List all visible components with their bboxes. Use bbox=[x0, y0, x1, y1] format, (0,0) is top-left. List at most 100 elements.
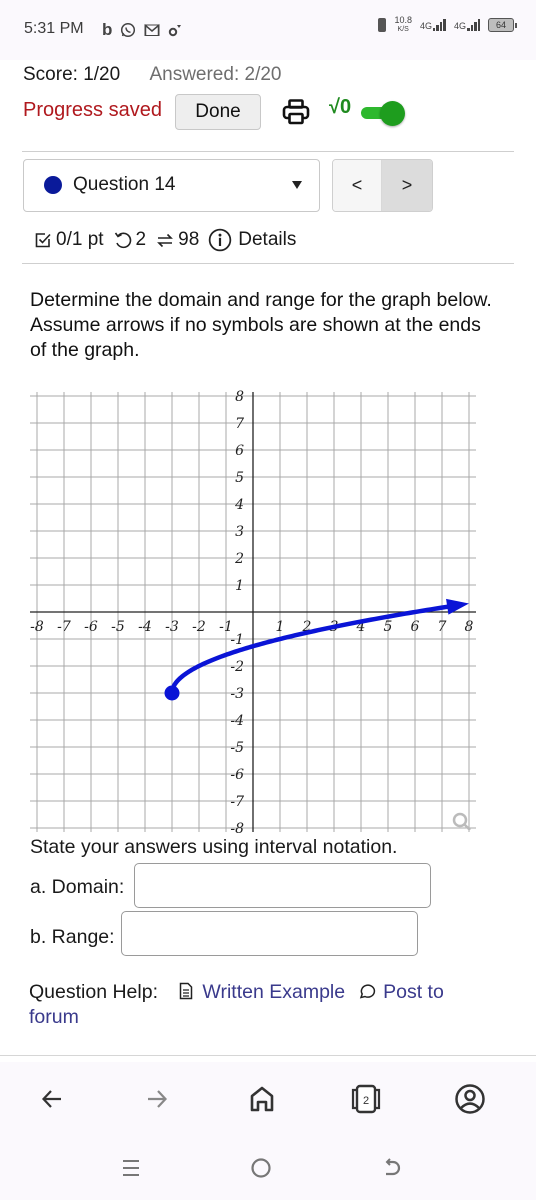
x-tick-label: -2 bbox=[192, 619, 206, 635]
y-tick-label: 3 bbox=[235, 524, 244, 540]
question-select-label: Question 14 bbox=[73, 174, 176, 195]
y-tick-label: 4 bbox=[234, 497, 244, 513]
x-tick-label: 7 bbox=[438, 619, 447, 635]
range-input[interactable] bbox=[121, 911, 418, 956]
system-back-button[interactable] bbox=[376, 1152, 408, 1184]
browser-forward-button[interactable] bbox=[140, 1082, 174, 1116]
domain-label: a. Domain: bbox=[30, 876, 125, 898]
net-speed-unit: K/S bbox=[397, 26, 409, 33]
browser-back-button[interactable] bbox=[35, 1082, 69, 1116]
x-tick-label: 1 bbox=[276, 619, 285, 635]
system-home-button[interactable] bbox=[245, 1152, 277, 1184]
browser-profile-button[interactable] bbox=[453, 1082, 487, 1116]
arrow-left-icon bbox=[41, 1090, 61, 1108]
y-tick-label: -1 bbox=[230, 632, 244, 648]
y-tick-label: -6 bbox=[230, 767, 244, 783]
graph: -8 -7 -6 -5 -4 -3 -2 -1 1 2 3 4 5 6 7 8 8 7 6 5 4 3 2 1 -1 -2 -3 -4… bbox=[0, 380, 536, 840]
x-tick-label: -6 bbox=[84, 619, 98, 635]
sim2-signal-icon: 4G bbox=[454, 19, 480, 31]
status-bar: 5:31 PM b 10.8 K/S 4G 4G 64 bbox=[0, 0, 536, 60]
menu-lines-icon bbox=[123, 1160, 139, 1176]
attempts-icon bbox=[157, 233, 174, 248]
x-tick-label: -4 bbox=[138, 619, 152, 635]
browser-home-button[interactable] bbox=[245, 1082, 279, 1116]
x-tick-label: -5 bbox=[111, 619, 125, 635]
sim1-label: 4G bbox=[419, 21, 432, 31]
profile-icon bbox=[455, 1084, 485, 1114]
score-text: Score: 1/20 bbox=[23, 64, 121, 85]
y-tick-label: -4 bbox=[230, 713, 244, 729]
done-button[interactable]: Done bbox=[175, 94, 261, 130]
x-tick-label: -7 bbox=[57, 619, 71, 635]
b-app-icon: b bbox=[102, 20, 113, 39]
y-tick-label: -8 bbox=[230, 821, 244, 837]
points-text: 0/1 pt bbox=[56, 229, 104, 250]
answered-text: Answered: 2/20 bbox=[149, 64, 282, 85]
prompt-line-2: Assume arrows if no symbols are shown at… bbox=[30, 314, 481, 361]
details-link[interactable]: Details bbox=[238, 229, 296, 251]
home-icon bbox=[250, 1086, 274, 1112]
question-status-dot bbox=[44, 176, 62, 194]
progress-saved-text: Progress saved bbox=[23, 99, 162, 121]
sim2-label: 4G bbox=[453, 21, 466, 31]
back-curve-icon bbox=[385, 1158, 401, 1176]
tabs-icon: 2 bbox=[351, 1084, 381, 1114]
divider bbox=[0, 1055, 536, 1056]
battery-level: 64 bbox=[495, 20, 506, 30]
divider bbox=[22, 151, 514, 152]
x-tick-label: 6 bbox=[411, 619, 420, 635]
question-nav-group: < > bbox=[332, 159, 433, 212]
x-tick-label: -3 bbox=[165, 619, 179, 635]
y-tick-label: 8 bbox=[235, 389, 244, 405]
previous-question-button[interactable]: < bbox=[333, 160, 382, 211]
notification-icons: b bbox=[102, 20, 182, 40]
y-tick-label: -7 bbox=[230, 794, 244, 810]
circle-home-icon bbox=[251, 1158, 271, 1178]
score-line: Score: 1/20 Answered: 2/20 bbox=[23, 64, 281, 86]
domain-input[interactable] bbox=[134, 863, 431, 908]
attempts-count: 98 bbox=[178, 229, 200, 250]
system-recents-button[interactable] bbox=[115, 1152, 147, 1184]
arrow-right-icon bbox=[148, 1090, 168, 1108]
graph-svg: -8 -7 -6 -5 -4 -3 -2 -1 1 2 3 4 5 6 7 887654321-1-2-3-4… bbox=[30, 389, 476, 837]
question-select[interactable]: Question 14 bbox=[23, 159, 320, 212]
x-tick-label: -8 bbox=[30, 619, 44, 635]
checkbox-score-icon bbox=[35, 233, 51, 248]
browser-tabs-button[interactable]: 2 bbox=[349, 1082, 383, 1116]
next-question-button[interactable]: > bbox=[382, 160, 432, 211]
info-icon[interactable] bbox=[208, 228, 232, 252]
status-time: 5:31 PM bbox=[24, 20, 84, 37]
y-tick-label: -3 bbox=[230, 686, 244, 702]
system-indicators: 10.8 K/S 4G 4G 64 bbox=[378, 16, 517, 34]
y-tick-label: 6 bbox=[235, 443, 244, 459]
y-tick-label: 5 bbox=[235, 470, 244, 486]
battery-icon: 64 bbox=[488, 18, 517, 32]
network-speed: 10.8 K/S bbox=[394, 16, 412, 34]
gmail-icon bbox=[144, 23, 160, 36]
caret-down-icon bbox=[292, 181, 302, 189]
question-help: Question Help: Written Example Post to fo… bbox=[29, 980, 499, 1030]
tab-count: 2 bbox=[363, 1095, 369, 1107]
y-tick-label: 1 bbox=[235, 578, 244, 594]
written-example-link[interactable]: Written Example bbox=[202, 981, 345, 1003]
net-speed-value: 10.8 bbox=[394, 15, 412, 25]
math-entry-label: √0 bbox=[329, 96, 352, 118]
question-prompt: Determine the domain and range for the g… bbox=[30, 288, 500, 363]
chat-bubble-icon bbox=[359, 984, 376, 999]
y-tick-label: -5 bbox=[230, 740, 244, 756]
prompt-line-1: Determine the domain and range for the g… bbox=[30, 289, 492, 311]
divider bbox=[22, 263, 514, 264]
print-icon[interactable] bbox=[281, 97, 311, 127]
vibrate-icon bbox=[378, 18, 387, 32]
settings-notification-icon bbox=[169, 25, 182, 37]
question-meta: 0/1 pt 2 98 Details bbox=[33, 228, 305, 252]
sim1-signal-icon: 4G bbox=[420, 19, 446, 31]
document-icon bbox=[180, 982, 193, 1000]
math-entry-toggle[interactable] bbox=[359, 101, 407, 126]
y-tick-label: 2 bbox=[234, 551, 244, 567]
retry-icon bbox=[114, 232, 131, 249]
toggle-knob bbox=[380, 101, 405, 126]
zoom-graph-icon[interactable] bbox=[450, 810, 474, 834]
whatsapp-icon bbox=[121, 22, 136, 38]
retries-count: 2 bbox=[135, 229, 147, 250]
